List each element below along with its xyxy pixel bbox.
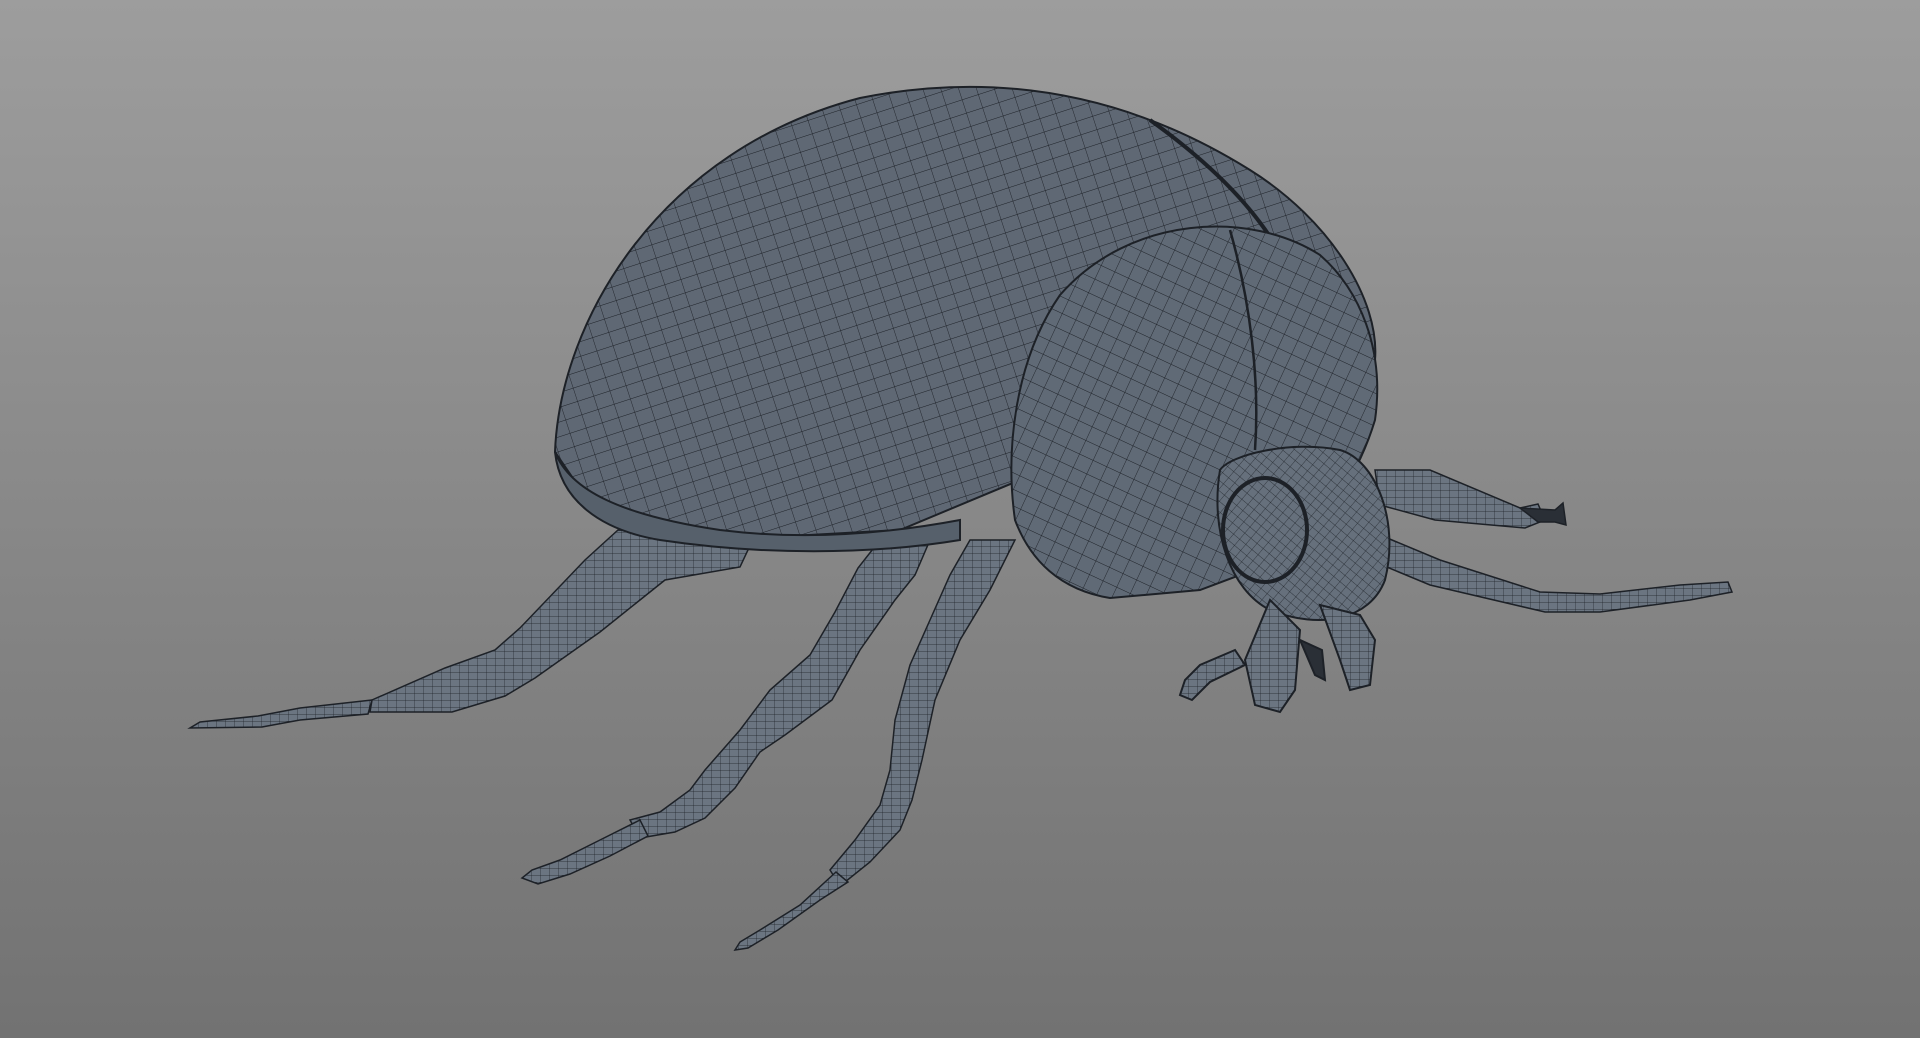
3d-viewport[interactable]: [0, 0, 1920, 1038]
leg-rear-left: [187, 529, 757, 729]
leg-front-right: [1369, 469, 1734, 613]
beetle-eye: [1221, 476, 1309, 584]
beetle-wireframe-model[interactable]: [0, 0, 1920, 1038]
beetle-antenna: [1178, 648, 1247, 702]
